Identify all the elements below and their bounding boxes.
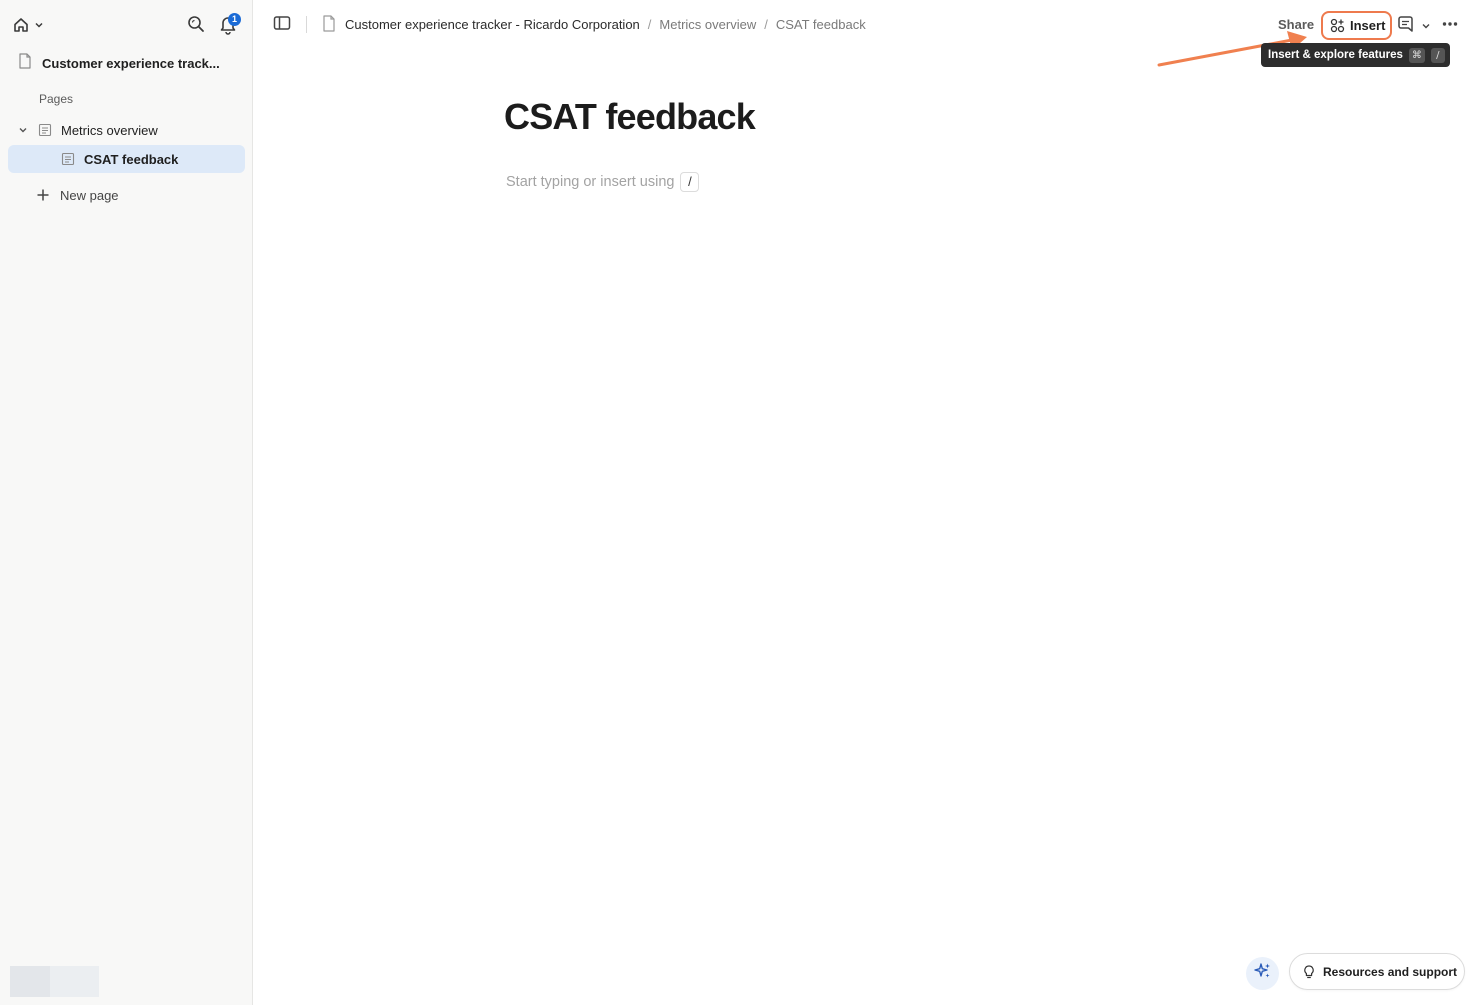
resources-support-button[interactable]: Resources and support: [1289, 953, 1465, 990]
breadcrumb-separator: /: [647, 17, 652, 32]
page-icon: [61, 152, 75, 166]
editor-placeholder[interactable]: Start typing or insert using /: [506, 172, 700, 192]
chevron-down-icon[interactable]: [18, 125, 30, 135]
sidebar: 1 Customer experience track... Pages Met…: [0, 0, 253, 1005]
plus-icon: [36, 188, 50, 202]
more-horizontal-icon: [1442, 18, 1458, 35]
breadcrumb-item-csat-feedback[interactable]: CSAT feedback: [776, 17, 866, 32]
space-title: Customer experience track...: [42, 55, 220, 71]
home-button[interactable]: [12, 14, 54, 36]
home-icon: [12, 16, 30, 34]
insert-icon: [1330, 18, 1345, 33]
space-item[interactable]: Customer experience track...: [8, 50, 245, 76]
chevron-down-icon: [34, 20, 44, 30]
user-placeholder-block: [10, 966, 99, 997]
resources-label: Resources and support: [1323, 964, 1458, 979]
breadcrumb: Customer experience tracker - Ricardo Co…: [345, 17, 866, 32]
avatar: [10, 966, 50, 997]
page-title[interactable]: CSAT feedback: [504, 96, 756, 138]
search-button[interactable]: [186, 14, 208, 36]
chevron-down-icon: [1421, 18, 1431, 35]
comment-button[interactable]: [1396, 15, 1416, 35]
divider: [306, 16, 307, 33]
insert-button[interactable]: Insert: [1321, 11, 1392, 40]
insert-tooltip: Insert & explore features ⌘ /: [1261, 43, 1450, 67]
more-options-button[interactable]: [1442, 17, 1460, 31]
sidebar-item-metrics-overview[interactable]: Metrics overview: [8, 116, 245, 144]
document-icon: [18, 52, 32, 74]
search-icon: [186, 16, 206, 38]
breadcrumb-separator: /: [764, 17, 768, 32]
slash-key-hint: /: [680, 172, 700, 192]
sidebar-toggle-icon: [273, 16, 291, 35]
insert-label: Insert: [1350, 18, 1386, 33]
sparkle-icon: [1253, 962, 1272, 985]
shortcut-key: /: [1430, 47, 1445, 63]
comment-options-button[interactable]: [1421, 18, 1433, 30]
sidebar-item-label: CSAT feedback: [84, 151, 179, 167]
new-page-label: New page: [60, 187, 119, 203]
placeholder-text: Start typing or insert using: [506, 174, 675, 190]
pages-section-label: Pages: [39, 92, 74, 106]
sidebar-item-label: Metrics overview: [61, 122, 158, 138]
ai-assistant-button[interactable]: [1246, 957, 1279, 990]
notifications-button[interactable]: 1: [218, 13, 241, 37]
document-icon: [322, 15, 336, 37]
page-icon: [38, 123, 52, 137]
comment-icon: [1396, 16, 1415, 38]
sidebar-header: 1: [0, 0, 253, 48]
breadcrumb-item-metrics-overview[interactable]: Metrics overview: [659, 17, 756, 32]
sidebar-item-csat-feedback[interactable]: CSAT feedback: [8, 145, 245, 173]
tooltip-text: Insert & explore features: [1268, 49, 1403, 61]
sidebar-toggle-button[interactable]: [273, 15, 293, 33]
new-page-button[interactable]: New page: [36, 184, 119, 206]
lightbulb-icon: [1303, 964, 1315, 979]
notification-badge: 1: [228, 13, 241, 26]
breadcrumb-item-tracker[interactable]: Customer experience tracker - Ricardo Co…: [345, 17, 640, 32]
shortcut-key: ⌘: [1408, 47, 1425, 63]
